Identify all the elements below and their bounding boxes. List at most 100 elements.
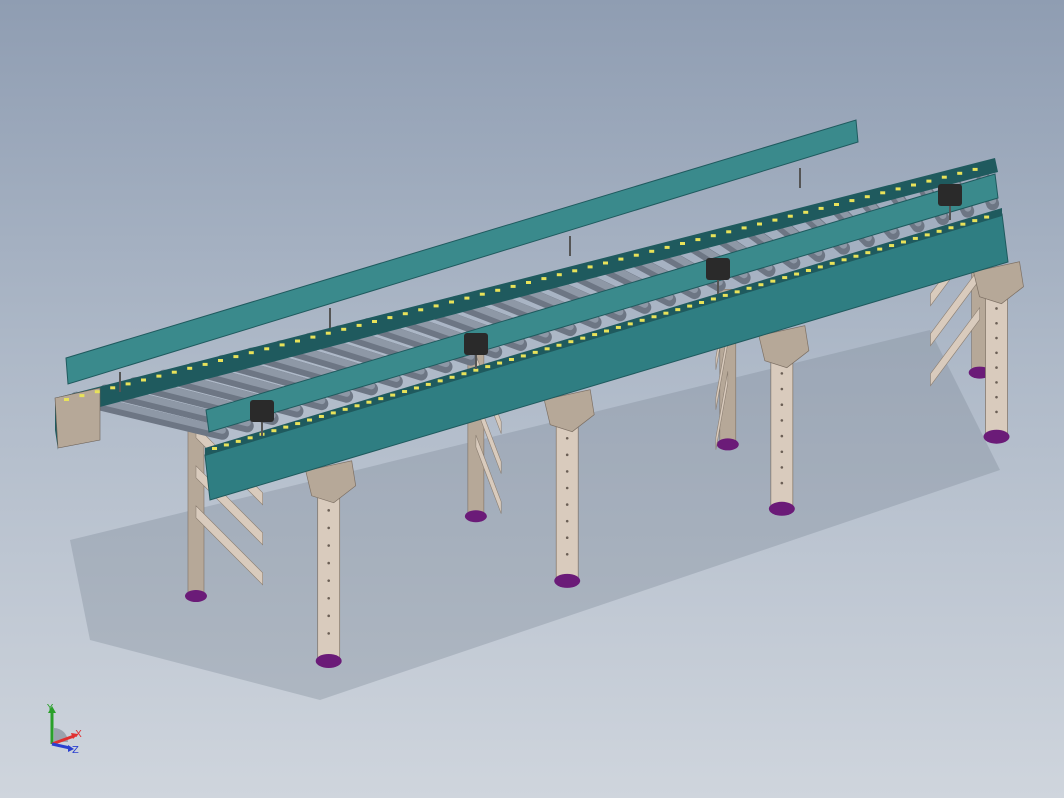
chain-link-mark bbox=[926, 179, 932, 183]
graphics-viewport[interactable]: Y X Z bbox=[0, 0, 1064, 798]
chain-link-mark bbox=[603, 261, 608, 265]
chain-link-mark bbox=[663, 311, 669, 315]
chain-link-mark bbox=[390, 393, 396, 397]
chain-link-mark bbox=[310, 335, 316, 339]
leg-hole bbox=[780, 434, 784, 438]
chain-link-mark bbox=[695, 238, 701, 242]
chain-link-mark bbox=[387, 316, 393, 320]
leg-hole bbox=[780, 372, 784, 375]
chain-link-mark bbox=[726, 230, 732, 234]
chain-link-mark bbox=[687, 304, 693, 308]
leg-hole bbox=[780, 387, 784, 391]
chain-link-mark bbox=[125, 382, 131, 386]
chain-link-mark bbox=[110, 386, 116, 390]
chain-link-mark bbox=[283, 425, 289, 429]
chain-link-mark bbox=[212, 447, 217, 450]
chain-link-mark bbox=[544, 347, 550, 351]
chain-link-mark bbox=[461, 372, 467, 376]
chain-link-mark bbox=[295, 339, 300, 343]
front-leg-foot bbox=[315, 653, 342, 668]
chain-link-mark bbox=[834, 203, 839, 206]
chain-link-mark bbox=[649, 249, 655, 253]
chain-link-mark bbox=[604, 329, 609, 333]
chain-link-mark bbox=[141, 378, 146, 382]
bracket-block bbox=[938, 184, 962, 206]
chain-link-mark bbox=[627, 322, 633, 326]
bracket-block bbox=[250, 400, 274, 422]
chain-link-mark bbox=[223, 443, 229, 447]
chain-link-mark bbox=[865, 251, 871, 255]
leg-hole bbox=[565, 536, 569, 540]
chain-link-mark bbox=[425, 382, 431, 386]
chain-link-mark bbox=[741, 226, 747, 230]
leg-hole bbox=[995, 395, 998, 399]
leg-hole bbox=[780, 481, 784, 485]
leg-hole bbox=[327, 544, 331, 547]
chain-link-mark bbox=[532, 350, 538, 354]
chain-link-mark bbox=[880, 191, 886, 195]
chain-link-mark bbox=[568, 340, 574, 344]
chain-link-mark bbox=[651, 315, 657, 319]
chain-link-mark bbox=[680, 242, 685, 245]
chain-link-mark bbox=[526, 281, 531, 284]
bracket-block bbox=[706, 258, 730, 280]
chain-link-mark bbox=[877, 247, 883, 251]
leg-hole bbox=[995, 307, 998, 310]
chain-link-mark bbox=[233, 355, 239, 359]
chain-link-mark bbox=[341, 327, 347, 331]
chain-link-mark bbox=[413, 386, 419, 390]
chain-link-mark bbox=[473, 368, 479, 372]
leg-hole bbox=[565, 436, 569, 440]
chain-link-mark bbox=[64, 398, 69, 401]
chain-link-mark bbox=[587, 265, 593, 269]
chain-link-mark bbox=[936, 229, 942, 233]
chain-link-mark bbox=[900, 240, 906, 244]
chain-link-mark bbox=[508, 357, 514, 361]
chain-link-mark bbox=[156, 374, 162, 378]
leg-hole bbox=[327, 526, 331, 530]
z-axis-line bbox=[51, 742, 71, 750]
chain-link-mark bbox=[960, 222, 966, 226]
chain-link-mark bbox=[864, 195, 870, 199]
rear-leg-foot bbox=[716, 438, 739, 451]
chain-link-mark bbox=[433, 304, 439, 308]
z-axis-label: Z bbox=[72, 745, 79, 756]
chain-link-mark bbox=[497, 361, 503, 365]
conveyor-model[interactable] bbox=[0, 0, 1064, 798]
leg-hole bbox=[565, 553, 569, 556]
chain-link-mark bbox=[675, 308, 681, 312]
leg-hole bbox=[995, 410, 998, 414]
chain-link-mark bbox=[307, 418, 313, 422]
leg-hole bbox=[327, 632, 331, 635]
chain-link-mark bbox=[556, 343, 562, 347]
chain-link-mark bbox=[853, 254, 859, 258]
chain-link-mark bbox=[941, 175, 947, 179]
chain-link-mark bbox=[510, 284, 516, 288]
chain-link-mark bbox=[171, 370, 177, 374]
chain-link-mark bbox=[710, 297, 716, 301]
chain-link-mark bbox=[479, 292, 485, 296]
chain-link-mark bbox=[615, 325, 621, 329]
chain-link-mark bbox=[247, 436, 253, 440]
chain-link-mark bbox=[664, 245, 670, 249]
chain-link-mark bbox=[94, 390, 100, 394]
chain-link-mark bbox=[330, 411, 336, 415]
leg-hole bbox=[565, 519, 569, 523]
chain-link-mark bbox=[746, 286, 752, 290]
chain-link-mark bbox=[772, 218, 778, 222]
chain-link-mark bbox=[449, 375, 455, 379]
chain-link-mark bbox=[817, 265, 823, 269]
chain-link-mark bbox=[841, 258, 847, 262]
leg-hole bbox=[995, 321, 998, 325]
leg-hole bbox=[565, 470, 569, 473]
chain-link-mark bbox=[354, 404, 360, 408]
chain-link-mark bbox=[402, 312, 408, 316]
chain-link-mark bbox=[912, 236, 918, 240]
front-leg-foot bbox=[554, 573, 581, 588]
chain-link-mark bbox=[295, 422, 301, 426]
chain-link-mark bbox=[592, 333, 598, 337]
chain-link-mark bbox=[580, 336, 586, 340]
leg-hole bbox=[327, 509, 331, 512]
rear-end-plate bbox=[54, 387, 101, 449]
chain-link-mark bbox=[984, 215, 990, 219]
